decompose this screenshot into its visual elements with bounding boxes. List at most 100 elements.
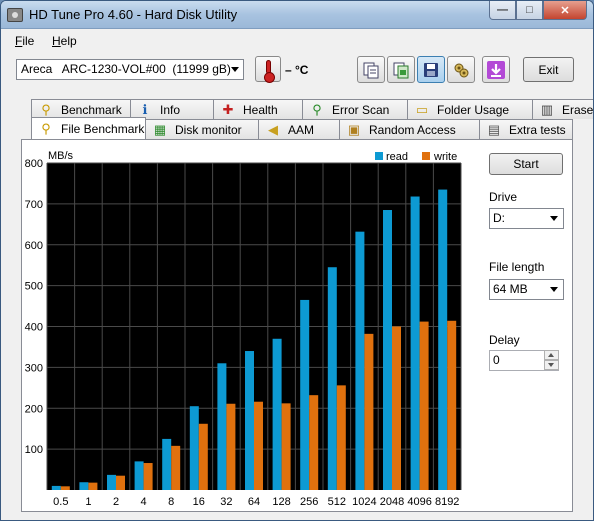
- benchmark-icon: ⚲: [41, 101, 51, 117]
- drive-letter-value: D:: [493, 211, 505, 225]
- bar-read: [300, 299, 310, 490]
- delay-value: 0: [493, 353, 500, 367]
- health-icon: ✚: [222, 101, 234, 117]
- bar-write: [88, 482, 98, 490]
- tab-row-1: ⚲ Benchmark ℹ Info ✚ Health ⚲ Error Scan ▭ Folder…: [31, 99, 594, 119]
- minimize-button[interactable]: —: [489, 1, 516, 20]
- tab-info[interactable]: ℹ Info: [130, 99, 214, 119]
- x-tick-label: 128: [272, 496, 290, 508]
- bar-write: [60, 486, 70, 490]
- bar-read: [245, 351, 254, 490]
- tab-aam[interactable]: ◀ AAM: [258, 119, 340, 139]
- tab-label: Extra tests: [509, 122, 566, 137]
- menu-help-label: elp: [60, 34, 77, 48]
- bar-write: [281, 403, 291, 490]
- bar-write: [116, 475, 125, 490]
- bar-read: [355, 231, 365, 491]
- tab-label: AAM: [288, 122, 315, 137]
- drive-letter-select[interactable]: D:: [489, 208, 564, 229]
- x-tick-label: 1: [85, 496, 91, 508]
- bar-write: [254, 401, 263, 490]
- copy-screenshot-button[interactable]: [387, 56, 415, 83]
- spin-up-button[interactable]: [544, 350, 559, 360]
- folder-usage-icon: ▭: [415, 101, 429, 117]
- x-tick-label: 16: [193, 496, 205, 508]
- random-access-icon: ▣: [347, 121, 361, 137]
- bar-read: [107, 474, 116, 490]
- tab-health[interactable]: ✚ Health: [213, 99, 303, 119]
- title-bar[interactable]: HD Tune Pro 4.60 - Hard Disk Utility — □…: [1, 1, 593, 29]
- chevron-down-icon: [231, 67, 239, 72]
- x-tick-label: 32: [220, 496, 232, 508]
- x-tick-label: 512: [328, 496, 346, 508]
- bar-write: [392, 326, 401, 490]
- tab-disk-monitor[interactable]: ▦ Disk monitor: [145, 119, 259, 139]
- spin-down-button[interactable]: [544, 360, 559, 370]
- window-controls: — □ ✕: [489, 1, 587, 21]
- tab-label: Random Access: [369, 122, 456, 137]
- tab-error-scan[interactable]: ⚲ Error Scan: [302, 99, 408, 119]
- toolbar: Areca ARC-1230-VOL#00 (11999 gB) – °C Ex…: [1, 53, 593, 89]
- maximize-button[interactable]: □: [516, 1, 543, 20]
- tab-erase[interactable]: ▥ Erase: [532, 99, 594, 119]
- chevron-down-icon: [550, 287, 558, 292]
- y-tick-label: 300: [25, 362, 43, 374]
- copy-info-button[interactable]: [357, 56, 385, 83]
- tab-label: Info: [160, 102, 181, 117]
- tab-label: Erase: [562, 102, 594, 117]
- bar-write: [447, 320, 457, 490]
- tab-file-benchmark[interactable]: ⚲ File Benchmark: [31, 117, 146, 139]
- error-scan-icon: ⚲: [312, 101, 322, 117]
- x-tick-label: 2048: [380, 496, 404, 508]
- download-button[interactable]: [482, 56, 510, 83]
- drive-select-value: Areca ARC-1230-VOL#00 (11999 gB): [21, 62, 231, 76]
- y-tick-label: 200: [25, 403, 43, 415]
- erase-icon: ▥: [540, 101, 554, 117]
- menu-file-label: ile: [22, 34, 35, 48]
- bar-write: [336, 385, 346, 490]
- bar-read: [272, 338, 282, 490]
- tab-label: Error Scan: [332, 102, 390, 117]
- legend-read-swatch: [375, 152, 383, 160]
- tab-label: Benchmark: [61, 102, 122, 117]
- tab-random-access[interactable]: ▣ Random Access: [339, 119, 480, 139]
- bar-read: [383, 210, 392, 490]
- legend-read-label: read: [386, 151, 408, 163]
- x-tick-label: 4096: [407, 496, 431, 508]
- temperature-button[interactable]: [255, 56, 281, 83]
- hard-disk-app-icon: [7, 8, 23, 22]
- tab-extra-tests[interactable]: ▤ Extra tests: [479, 119, 573, 139]
- menu-help[interactable]: Help: [52, 34, 77, 48]
- file-length-select[interactable]: 64 MB: [489, 279, 564, 300]
- x-tick-label: 8: [168, 496, 174, 508]
- x-tick-label: 0.5: [53, 496, 68, 508]
- drive-select[interactable]: Areca ARC-1230-VOL#00 (11999 gB): [16, 59, 244, 80]
- window-title: HD Tune Pro 4.60 - Hard Disk Utility: [29, 7, 238, 22]
- disk-monitor-icon: ▦: [153, 121, 167, 137]
- start-button[interactable]: Start: [489, 153, 563, 175]
- app-window: HD Tune Pro 4.60 - Hard Disk Utility — □…: [0, 0, 594, 521]
- options-button[interactable]: [447, 56, 475, 83]
- bar-read: [438, 189, 448, 490]
- x-tick-label: 256: [300, 496, 318, 508]
- y-tick-label: 500: [25, 281, 43, 293]
- menu-file[interactable]: File: [15, 34, 34, 48]
- bar-read: [410, 196, 420, 490]
- download-icon: [487, 60, 505, 79]
- save-button[interactable]: [417, 56, 445, 83]
- info-icon: ℹ: [142, 101, 148, 117]
- tab-folder-usage[interactable]: ▭ Folder Usage: [407, 99, 533, 119]
- file-length-value: 64 MB: [493, 282, 528, 296]
- tab-benchmark[interactable]: ⚲ Benchmark: [31, 99, 131, 119]
- exit-button[interactable]: Exit: [523, 57, 574, 82]
- bar-read: [189, 406, 199, 490]
- close-button[interactable]: ✕: [543, 1, 587, 20]
- delay-label: Delay: [489, 333, 520, 347]
- bar-write: [364, 333, 374, 490]
- legend-write-label: write: [433, 151, 457, 163]
- y-tick-label: 400: [25, 322, 43, 334]
- menu-bar: File Help: [1, 31, 593, 51]
- x-tick-label: 64: [248, 496, 260, 508]
- bar-read: [217, 363, 227, 490]
- bar-write: [143, 463, 153, 490]
